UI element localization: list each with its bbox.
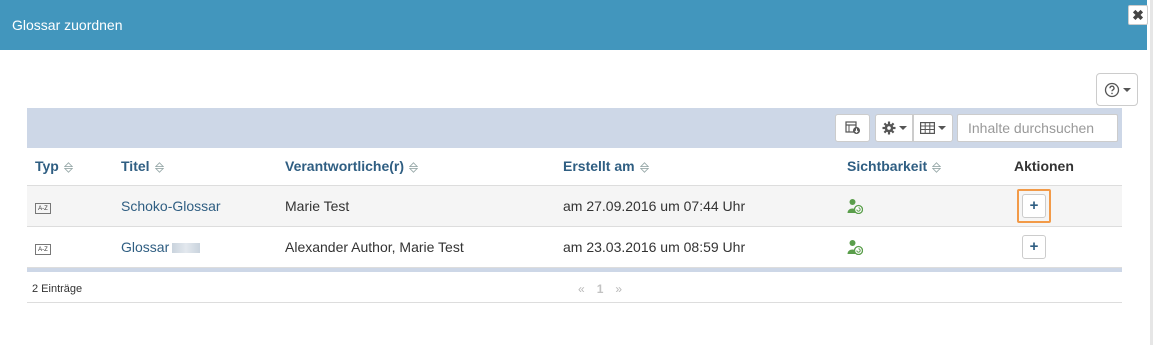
owners-cell: Marie Test <box>277 185 555 227</box>
add-highlight: + <box>1017 188 1051 223</box>
table-columns-dropdown-button[interactable] <box>913 114 953 142</box>
visibility-cell <box>839 185 1006 227</box>
column-header-owners[interactable]: Verantwortliche(r) <box>277 148 555 186</box>
chevron-down-icon <box>938 126 946 130</box>
glossary-table: Typ Titel Verantwortliche(r) Erstellt am… <box>27 148 1122 303</box>
sort-icon <box>154 162 164 173</box>
group-visibility-icon <box>847 199 863 215</box>
add-button[interactable]: + <box>1022 234 1046 259</box>
search-input[interactable] <box>957 114 1118 142</box>
help-icon <box>1104 82 1119 97</box>
actions-cell: + <box>1006 185 1122 227</box>
column-header-visibility[interactable]: Sichtbarkeit <box>839 148 1006 186</box>
sort-icon <box>932 162 942 173</box>
table-footer: 2 Einträge « 1 » <box>27 272 1122 303</box>
type-cell: A-Z <box>27 185 113 227</box>
table-row: A-Z Glossar Alexander Author, Marie Test… <box>27 226 1122 268</box>
column-header-title[interactable]: Titel <box>113 148 277 186</box>
chevron-down-icon <box>898 126 907 130</box>
actions-cell: + <box>1006 226 1122 268</box>
close-icon: ✖ <box>1132 7 1144 23</box>
add-button[interactable]: + <box>1022 193 1046 218</box>
previous-page-link[interactable]: « <box>578 282 585 296</box>
column-header-created[interactable]: Erstellt am <box>555 148 839 186</box>
title-link[interactable]: Glossar <box>121 239 169 255</box>
title-cell: Schoko-Glossar <box>113 185 277 227</box>
dialog-title: Glossar zuordnen <box>12 17 123 33</box>
sort-icon <box>639 162 649 173</box>
glossary-icon: A-Z <box>35 203 51 215</box>
group-visibility-icon <box>847 240 863 256</box>
type-cell: A-Z <box>27 226 113 268</box>
export-button[interactable] <box>835 114 870 142</box>
sort-icon <box>63 162 73 173</box>
dialog-header: Glossar zuordnen <box>0 0 1147 50</box>
column-header-type[interactable]: Typ <box>27 148 113 186</box>
settings-dropdown-button[interactable] <box>875 114 913 142</box>
owners-cell: Alexander Author, Marie Test <box>277 226 555 268</box>
visibility-cell <box>839 226 1006 268</box>
export-table-icon <box>844 121 860 134</box>
table-toolbar <box>27 108 1122 148</box>
table-icon <box>920 122 935 134</box>
created-cell: am 27.09.2016 um 07:44 Uhr <box>555 185 839 227</box>
title-cell: Glossar <box>113 226 277 268</box>
chevron-down-icon <box>1122 87 1131 92</box>
pagination: « 1 » <box>578 282 622 296</box>
title-link[interactable]: Schoko-Glossar <box>121 198 221 214</box>
help-button[interactable] <box>1096 73 1138 106</box>
table-row: A-Z Schoko-Glossar Marie Test am 27.09.2… <box>27 185 1122 227</box>
glossary-icon: A-Z <box>35 244 51 256</box>
add-wrapper: + <box>1022 234 1046 259</box>
gear-icon <box>882 121 895 135</box>
entry-count: 2 Einträge <box>32 282 83 295</box>
table-header-row: Typ Titel Verantwortliche(r) Erstellt am… <box>27 148 1122 186</box>
close-button[interactable]: ✖ <box>1128 5 1148 25</box>
page-number[interactable]: 1 <box>597 282 604 296</box>
column-header-actions: Aktionen <box>1006 148 1122 186</box>
created-cell: am 23.03.2016 um 08:59 Uhr <box>555 226 839 268</box>
blurred-text <box>172 242 201 253</box>
next-page-link[interactable]: » <box>615 282 622 296</box>
sort-icon <box>409 162 419 173</box>
